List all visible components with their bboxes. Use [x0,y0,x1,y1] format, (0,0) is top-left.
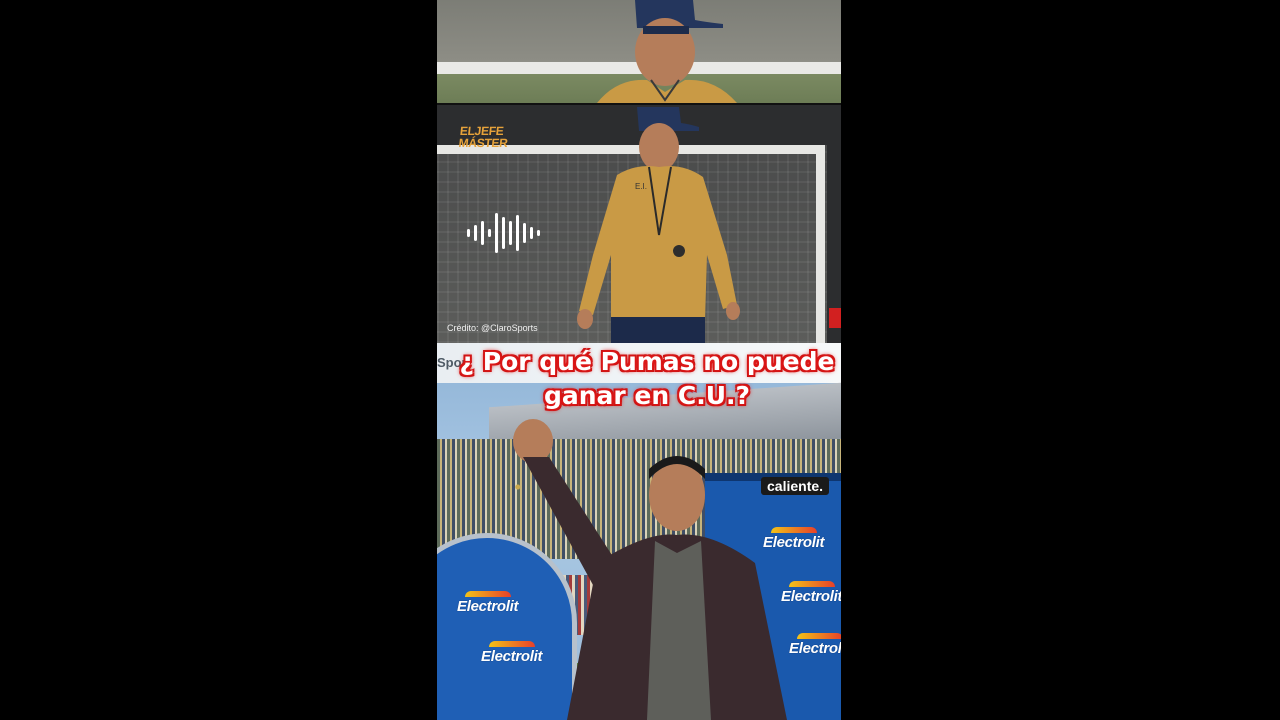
brand-logo: ELJEFE MÁSTER [457,124,520,155]
photo-credit: Crédito: @ClaroSports [447,323,538,333]
video-frame: ELJEFE MÁSTER E.I. Crédito: @ClaroSports… [437,0,841,720]
top-photo-panel [437,0,841,103]
shirt-initials: E.I. [635,182,647,191]
goal-post [816,145,825,343]
headline-line2: ganar en C.U.? [543,381,751,410]
audio-waveform-icon [467,213,540,253]
coach-stadium-photo [513,419,787,720]
coach-training-photo: E.I. [577,107,740,343]
video-headline: ¿ Por qué Pumas no puede ganar en C.U.? [437,345,841,413]
red-edge-tab [829,308,841,328]
headline-line1: ¿ Por qué Pumas no puede [459,347,835,376]
brand-logo-line2: MÁSTER [457,136,509,150]
coach-top-photo [597,0,737,103]
training-photo-panel: ELJEFE MÁSTER E.I. Crédito: @ClaroSports [437,105,841,343]
